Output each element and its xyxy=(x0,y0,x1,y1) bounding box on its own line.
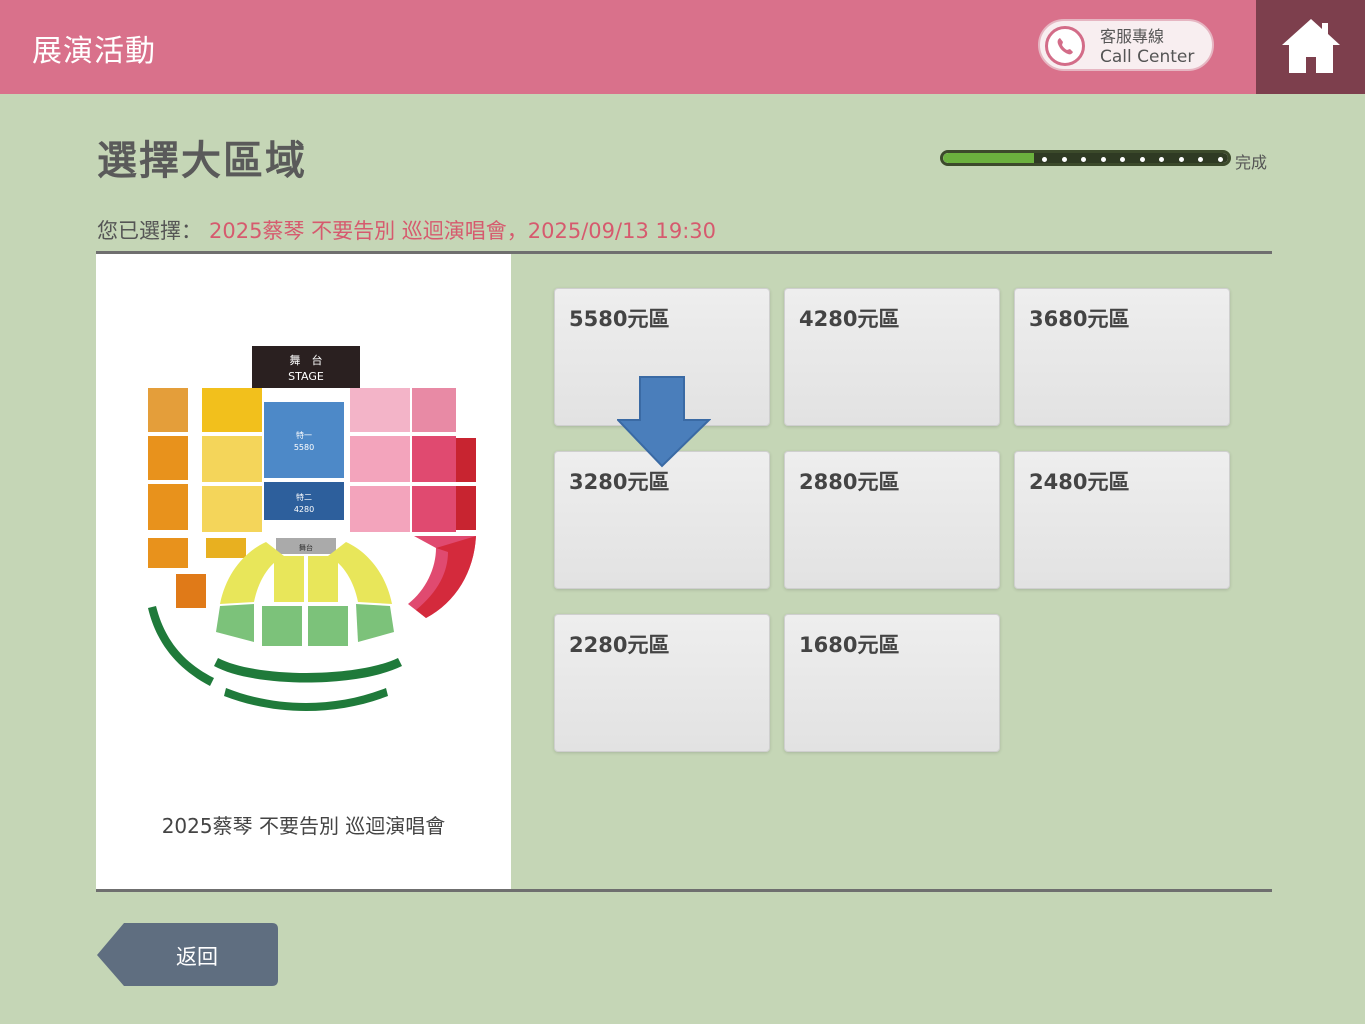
section-213 xyxy=(262,606,302,646)
section-3680-b xyxy=(308,556,338,602)
progress-label: 完成 xyxy=(1235,153,1268,172)
call-center-label-zh: 客服專線 xyxy=(1100,27,1165,46)
section-220-right xyxy=(412,388,456,432)
section-1680-b xyxy=(456,486,476,530)
zone-label: 3680元區 xyxy=(1029,307,1130,331)
call-center-button[interactable]: 客服專線 Call Center xyxy=(1038,19,1214,71)
outer-arc-left xyxy=(148,606,214,686)
section-209 xyxy=(202,486,262,532)
zone-button-2480[interactable]: 2480元區 xyxy=(1014,451,1230,589)
section-219-right xyxy=(412,436,456,482)
zone-label: 1680元區 xyxy=(799,633,900,657)
zone-button-4280[interactable]: 4280元區 xyxy=(784,288,1000,426)
back-button[interactable]: 返回 xyxy=(96,922,279,987)
section-1680-a xyxy=(456,438,476,482)
floor-b-label: 特二 xyxy=(296,492,312,502)
progress-dot xyxy=(1178,157,1184,162)
zone-label: 2880元區 xyxy=(799,470,900,494)
zone-label: 3280元區 xyxy=(569,470,670,494)
call-center-label-en: Call Center xyxy=(1100,47,1195,67)
section-209-left xyxy=(148,484,188,530)
floor-b-price: 4280 xyxy=(294,505,314,514)
section-207 xyxy=(202,388,262,432)
section-216 xyxy=(416,536,476,618)
section-219 xyxy=(350,436,410,482)
section-218 xyxy=(350,486,410,532)
progress-bar xyxy=(940,150,1231,166)
progress-fill xyxy=(943,153,1035,163)
section-218-right xyxy=(412,486,456,532)
section-208 xyxy=(202,436,262,482)
home-button[interactable] xyxy=(1256,0,1365,94)
floor-a-price: 5580 xyxy=(294,443,314,452)
zone-label: 2280元區 xyxy=(569,633,670,657)
section-215 xyxy=(356,604,394,642)
phone-icon xyxy=(1045,26,1085,66)
outer-arc-center xyxy=(214,658,402,683)
progress-dot xyxy=(1061,157,1067,162)
progress-dot xyxy=(1139,157,1145,162)
header-bar: 展演活動 客服專線 Call Center xyxy=(0,0,1365,94)
section-210 xyxy=(206,538,246,558)
zone-button-1680[interactable]: 1680元區 xyxy=(784,614,1000,752)
arrow-down-icon xyxy=(617,376,711,468)
section-207-left xyxy=(148,388,188,432)
selection-value: 2025蔡琴 不要告別 巡迴演唱會，2025/09/13 19:30 xyxy=(209,219,717,243)
section-208-left xyxy=(148,436,188,480)
progress-dot xyxy=(1218,157,1223,162)
center-stage-label: 舞台 xyxy=(299,543,313,552)
app-title: 展演活動 xyxy=(32,34,156,69)
floor-a-label: 特一 xyxy=(296,430,312,440)
section-214 xyxy=(308,606,348,646)
progress-dot xyxy=(1100,157,1106,162)
home-icon xyxy=(1282,19,1340,73)
section-211 xyxy=(176,574,206,608)
stage-label-bottom: STAGE xyxy=(288,370,324,383)
seat-map-caption: 2025蔡琴 不要告別 巡迴演唱會 xyxy=(161,814,446,838)
stage-label-top: 舞 台 xyxy=(290,353,323,367)
section-220 xyxy=(350,388,410,432)
zone-button-3280[interactable]: 3280元區 xyxy=(554,451,770,589)
zone-label: 4280元區 xyxy=(799,307,900,331)
seat-map-image: 舞 台 STAGE 特一 5580 特二 4280 舞台 xyxy=(148,346,476,711)
seat-map-panel: 舞 台 STAGE 特一 5580 特二 4280 舞台 2025蔡琴 不要告別… xyxy=(96,254,511,889)
outer-arc-bottom xyxy=(224,688,388,711)
selection-prefix: 您已選擇： xyxy=(97,219,202,243)
floor-a xyxy=(264,402,344,478)
zone-button-3680[interactable]: 3680元區 xyxy=(1014,288,1230,426)
section-212 xyxy=(216,604,254,642)
page-title: 選擇大區域 xyxy=(97,138,307,184)
zone-label: 5580元區 xyxy=(569,307,670,331)
zone-button-2280[interactable]: 2280元區 xyxy=(554,614,770,752)
back-label: 返回 xyxy=(176,945,218,969)
section-210-left xyxy=(148,538,188,568)
zone-button-2880[interactable]: 2880元區 xyxy=(784,451,1000,589)
divider-bottom xyxy=(96,889,1272,892)
section-3680-a xyxy=(274,556,304,602)
zone-label: 2480元區 xyxy=(1029,470,1130,494)
